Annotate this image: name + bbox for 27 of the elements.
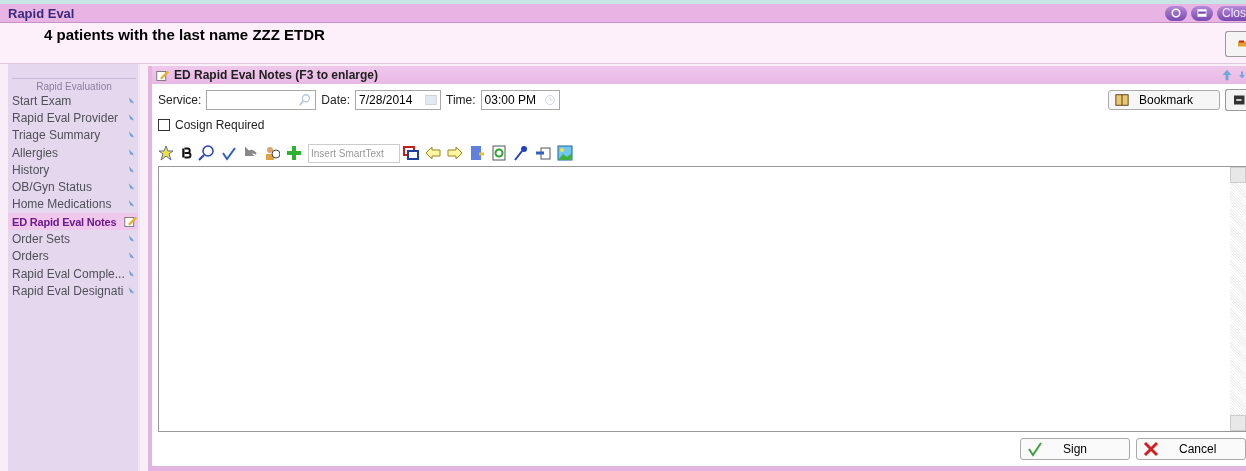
date-field[interactable]: 7/28/2014 <box>355 90 442 110</box>
cancel-button[interactable]: Cancel <box>1136 438 1246 460</box>
sidebar-item[interactable]: Orders <box>8 247 138 265</box>
window-title: Rapid Eval <box>8 5 75 21</box>
sidebar-item[interactable]: Rapid Eval Provider <box>8 109 138 127</box>
sidebar-item[interactable]: Triage Summary <box>8 126 138 144</box>
sidebar-item[interactable]: Rapid Eval Designati <box>8 282 138 300</box>
cosign-label: Cosign Required <box>175 118 265 132</box>
sidebar-item[interactable]: Allergies <box>8 143 138 162</box>
smarttext-field[interactable]: Insert SmartText <box>308 143 400 163</box>
sidebar-heading: Rapid Evaluation <box>12 78 136 92</box>
sidebar-item[interactable]: Order Sets <box>8 230 138 248</box>
sidebar-item[interactable]: History <box>8 161 138 179</box>
time-label: Time: <box>446 93 476 107</box>
sidebar-item[interactable]: OB/Gyn Status <box>8 178 138 196</box>
sidebar-item[interactable]: Home Medications <box>8 195 138 214</box>
sidebar-item[interactable]: ED Rapid Eval Notes <box>8 213 138 231</box>
close-button[interactable]: Clos <box>1217 5 1246 21</box>
service-label: Service: <box>158 93 202 107</box>
bookmark-button[interactable]: Bookmark <box>1108 90 1220 110</box>
panel-title: ED Rapid Eval Notes (F3 to enlarge) <box>174 68 379 82</box>
sidebar-item[interactable]: Rapid Eval Comple... <box>8 264 138 283</box>
header-title: 4 patients with the last name ZZZ ETDR <box>44 26 325 45</box>
sign-button[interactable]: Sign <box>1020 438 1130 460</box>
date-label: Date: <box>321 93 351 107</box>
sidebar-item[interactable]: Start Exam <box>8 92 138 110</box>
time-field[interactable]: 03:00 PM <box>480 90 560 110</box>
